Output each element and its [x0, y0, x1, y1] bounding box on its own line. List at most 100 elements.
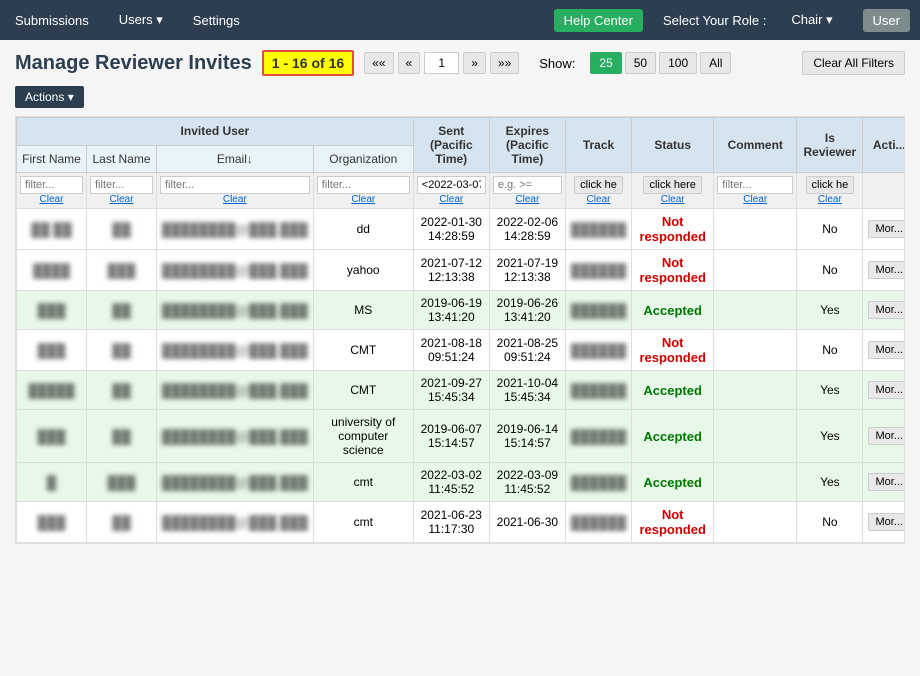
filter-org-cell: Clear: [313, 173, 413, 209]
filter-last-name-input[interactable]: [90, 176, 153, 194]
nav-role-select[interactable]: Chair: [786, 12, 837, 28]
filter-comment-cell: Clear: [714, 173, 797, 209]
filter-email-input[interactable]: [160, 176, 310, 194]
cell-first-name: █: [17, 463, 87, 502]
page-content: Manage Reviewer Invites 1 - 16 of 16 «« …: [0, 40, 920, 554]
clear-expires-link[interactable]: Clear: [493, 194, 562, 205]
table-row: █████ ██ ████████@███.███ CMT 2021-09-27…: [17, 371, 906, 410]
nav-users[interactable]: Users: [114, 12, 168, 28]
cell-email: ████████@███.███: [157, 250, 314, 291]
cell-actions: Mor...: [863, 463, 905, 502]
filter-reviewer-button[interactable]: click he: [806, 176, 855, 194]
cell-email: ████████@███.███: [157, 463, 314, 502]
more-button[interactable]: Mor...: [868, 261, 905, 279]
organization-header: Organization: [313, 145, 413, 173]
more-button[interactable]: Mor...: [868, 473, 905, 491]
filter-first-name-input[interactable]: [20, 176, 83, 194]
page-input[interactable]: [424, 52, 459, 74]
first-page-button[interactable]: ««: [364, 52, 393, 74]
more-button[interactable]: Mor...: [868, 220, 905, 238]
table-row: ███ ██ ████████@███.███ MS 2019-06-19 13…: [17, 291, 906, 330]
cell-last-name: ██: [87, 291, 157, 330]
filter-track-button[interactable]: click he: [574, 176, 623, 194]
cell-actions: Mor...: [863, 330, 905, 371]
cell-status: Accepted: [632, 463, 714, 502]
cell-first-name: ████: [17, 250, 87, 291]
filter-last-name-cell: Clear: [87, 173, 157, 209]
cell-organization: cmt: [313, 463, 413, 502]
clear-last-name-link[interactable]: Clear: [90, 194, 153, 205]
cell-status: Accepted: [632, 410, 714, 463]
table-row: ██ ██ ██ ████████@███.███ dd 2022-01-30 …: [17, 209, 906, 250]
last-page-button[interactable]: »»: [490, 52, 519, 74]
cell-comment: [714, 371, 797, 410]
cell-email: ████████@███.███: [157, 330, 314, 371]
filter-org-input[interactable]: [317, 176, 410, 194]
cell-sent: 2019-06-07 15:14:57: [413, 410, 489, 463]
cell-comment: [714, 250, 797, 291]
cell-first-name: ███: [17, 330, 87, 371]
clear-sent-link[interactable]: Clear: [417, 194, 486, 205]
actions-button[interactable]: Actions: [15, 86, 84, 108]
cell-sent: 2022-03-02 11:45:52: [413, 463, 489, 502]
more-button[interactable]: Mor...: [868, 513, 905, 531]
cell-comment: [714, 291, 797, 330]
reviewer-invites-table: Invited User Sent (Pacific Time) Expires…: [15, 116, 905, 544]
cell-track: ██████: [565, 502, 631, 543]
cell-organization: cmt: [313, 502, 413, 543]
cell-last-name: ██: [87, 502, 157, 543]
filter-status-cell: click here Clear: [632, 173, 714, 209]
last-name-header: Last Name: [87, 145, 157, 173]
cell-comment: [714, 209, 797, 250]
clear-first-name-link[interactable]: Clear: [20, 194, 83, 205]
more-button[interactable]: Mor...: [868, 427, 905, 445]
clear-track-link[interactable]: Clear: [569, 194, 628, 205]
cell-email: ████████@███.███: [157, 371, 314, 410]
clear-status-link[interactable]: Clear: [635, 194, 710, 205]
first-name-header: First Name: [17, 145, 87, 173]
nav-settings[interactable]: Settings: [188, 13, 245, 28]
cell-first-name: ███: [17, 291, 87, 330]
cell-sent: 2021-09-27 15:45:34: [413, 371, 489, 410]
filter-actions-cell: [863, 173, 905, 209]
cell-last-name: ██: [87, 209, 157, 250]
cell-sent: 2021-08-18 09:51:24: [413, 330, 489, 371]
more-button[interactable]: Mor...: [868, 301, 905, 319]
more-button[interactable]: Mor...: [868, 341, 905, 359]
actions-header: Acti...: [863, 118, 905, 173]
show-50-button[interactable]: 50: [625, 52, 656, 74]
show-all-button[interactable]: All: [700, 52, 731, 74]
pagination-controls: «« « » »»: [364, 52, 519, 74]
next-page-button[interactable]: »: [463, 52, 486, 74]
filter-status-button[interactable]: click here: [643, 176, 701, 194]
prev-page-button[interactable]: «: [398, 52, 421, 74]
clear-all-filters-button[interactable]: Clear All Filters: [802, 51, 905, 75]
top-navigation: Submissions Users Settings Help Center S…: [0, 0, 920, 40]
cell-is-reviewer: Yes: [797, 410, 863, 463]
more-button[interactable]: Mor...: [868, 381, 905, 399]
show-25-button[interactable]: 25: [590, 52, 621, 74]
cell-sent: 2022-01-30 14:28:59: [413, 209, 489, 250]
filter-comment-input[interactable]: [717, 176, 793, 194]
clear-org-link[interactable]: Clear: [317, 194, 410, 205]
cell-comment: [714, 330, 797, 371]
nav-help-center[interactable]: Help Center: [554, 9, 643, 32]
clear-reviewer-link[interactable]: Clear: [800, 194, 859, 205]
table-data-body: ██ ██ ██ ████████@███.███ dd 2022-01-30 …: [17, 209, 906, 543]
show-100-button[interactable]: 100: [659, 52, 697, 74]
cell-last-name: ██: [87, 371, 157, 410]
invited-user-header: Invited User: [17, 118, 414, 146]
clear-comment-link[interactable]: Clear: [717, 194, 793, 205]
cell-track: ██████: [565, 209, 631, 250]
show-label: Show:: [539, 56, 575, 71]
filter-reviewer-cell: click he Clear: [797, 173, 863, 209]
cell-track: ██████: [565, 291, 631, 330]
clear-email-link[interactable]: Clear: [160, 194, 310, 205]
nav-user-button[interactable]: User: [863, 9, 910, 32]
filter-expires-input[interactable]: [493, 176, 562, 194]
filter-first-name-cell: Clear: [17, 173, 87, 209]
filter-sent-input[interactable]: [417, 176, 486, 194]
nav-submissions[interactable]: Submissions: [10, 13, 94, 28]
cell-expires: 2021-07-19 12:13:38: [489, 250, 565, 291]
cell-track: ██████: [565, 330, 631, 371]
